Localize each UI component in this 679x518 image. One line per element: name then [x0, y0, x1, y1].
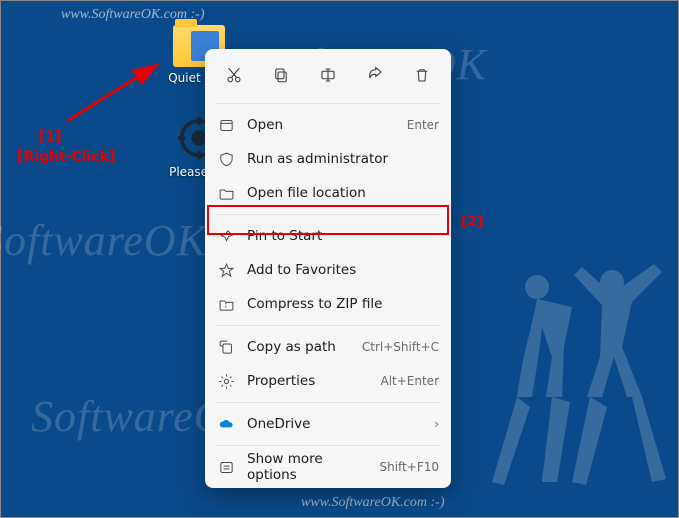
menu-accel: Alt+Enter	[380, 374, 439, 388]
menu-accel: Shift+F10	[379, 460, 439, 474]
context-menu: Open Enter Run as administrator Open fil…	[205, 49, 451, 488]
annotation-2: [2]	[461, 214, 484, 230]
menu-label: Show more options	[247, 451, 367, 483]
menu-item-pin-start[interactable]: Pin to Start	[205, 219, 451, 253]
menu-label: Properties	[247, 373, 368, 389]
separator	[215, 103, 441, 104]
star-icon	[217, 261, 235, 279]
separator	[215, 214, 441, 215]
menu-accel: Enter	[407, 118, 439, 132]
rename-button[interactable]	[310, 61, 346, 93]
menu-item-run-admin[interactable]: Run as administrator	[205, 142, 451, 176]
annotation-1: [1]	[39, 129, 62, 145]
menu-item-compress-zip[interactable]: Compress to ZIP file	[205, 287, 451, 321]
cut-button[interactable]	[216, 61, 252, 93]
more-icon	[217, 458, 235, 476]
menu-item-onedrive[interactable]: OneDrive ›	[205, 407, 451, 441]
rename-icon	[319, 66, 337, 88]
menu-item-copy-path[interactable]: Copy as path Ctrl+Shift+C	[205, 330, 451, 364]
folder-icon	[217, 184, 235, 202]
menu-label: Pin to Start	[247, 228, 439, 244]
copy-icon	[272, 66, 290, 88]
share-icon	[366, 66, 384, 88]
open-icon	[217, 116, 235, 134]
separator	[215, 402, 441, 403]
separator	[215, 445, 441, 446]
menu-item-open[interactable]: Open Enter	[205, 108, 451, 142]
onedrive-icon	[217, 415, 235, 433]
delete-icon	[413, 66, 431, 88]
zip-icon	[217, 295, 235, 313]
chevron-right-icon: ›	[434, 417, 439, 431]
menu-accel: Ctrl+Shift+C	[362, 340, 439, 354]
separator	[215, 325, 441, 326]
menu-label: Compress to ZIP file	[247, 296, 439, 312]
menu-label: Open file location	[247, 185, 439, 201]
annotation-right-click: [Right-Click]	[17, 149, 115, 165]
share-button[interactable]	[357, 61, 393, 93]
delete-button[interactable]	[404, 61, 440, 93]
menu-item-more-options[interactable]: Show more options Shift+F10	[205, 450, 451, 484]
watermark-small-bottom: www.SoftwareOK.com :-)	[301, 495, 445, 511]
menu-label: Open	[247, 117, 395, 133]
annotation-arrow	[61, 59, 171, 129]
watermark-figures	[482, 247, 672, 487]
menu-label: Run as administrator	[247, 151, 439, 167]
cut-icon	[225, 66, 243, 88]
menu-item-add-favorites[interactable]: Add to Favorites	[205, 253, 451, 287]
copy-button[interactable]	[263, 61, 299, 93]
menu-item-open-location[interactable]: Open file location	[205, 176, 451, 210]
menu-label: Copy as path	[247, 339, 350, 355]
pin-icon	[217, 227, 235, 245]
props-icon	[217, 372, 235, 390]
menu-label: OneDrive	[247, 416, 422, 432]
watermark-large-2: SoftwareOK	[0, 215, 207, 266]
menu-label: Add to Favorites	[247, 262, 439, 278]
copypath-icon	[217, 338, 235, 356]
menu-item-properties[interactable]: Properties Alt+Enter	[205, 364, 451, 398]
admin-icon	[217, 150, 235, 168]
context-menu-toolbar	[205, 55, 451, 99]
